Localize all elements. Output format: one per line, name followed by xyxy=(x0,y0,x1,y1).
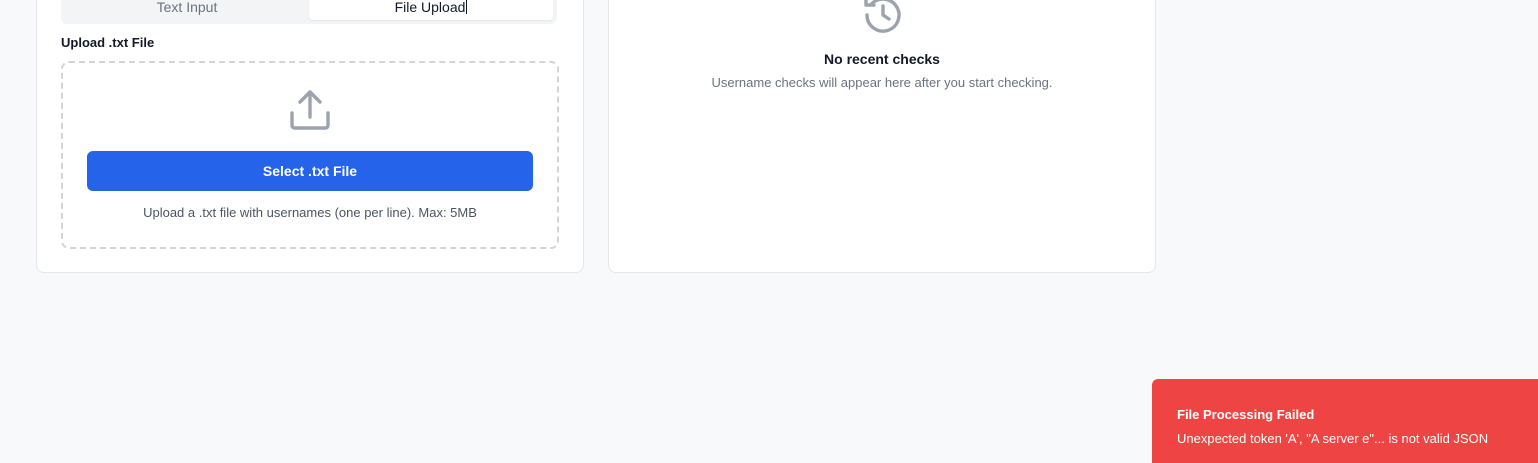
input-card: Text Input File Upload Upload .txt File … xyxy=(36,0,584,273)
text-cursor xyxy=(466,0,468,14)
upload-icon xyxy=(290,90,330,130)
tab-file-upload[interactable]: File Upload xyxy=(309,0,553,20)
empty-state-subtitle: Username checks will appear here after y… xyxy=(711,75,1053,90)
input-mode-tabs: Text Input File Upload xyxy=(61,0,557,24)
tab-file-upload-label: File Upload xyxy=(394,0,466,15)
toast-title: File Processing Failed xyxy=(1177,407,1315,422)
page: Text Input File Upload Upload .txt File … xyxy=(0,0,1538,463)
select-file-button[interactable]: Select .txt File xyxy=(87,151,533,191)
tab-text-input-label: Text Input xyxy=(156,0,218,15)
toast-description: Unexpected token 'A', "A server e"... is… xyxy=(1177,431,1489,446)
recent-checks-card: No recent checks Username checks will ap… xyxy=(608,0,1156,273)
upload-hint: Upload a .txt file with usernames (one p… xyxy=(143,205,477,220)
empty-state-title: No recent checks xyxy=(824,51,940,67)
tab-text-input[interactable]: Text Input xyxy=(65,0,309,20)
file-dropzone[interactable]: Select .txt File Upload a .txt file with… xyxy=(61,61,559,249)
upload-file-label: Upload .txt File xyxy=(61,35,155,50)
history-icon xyxy=(864,0,901,33)
error-toast[interactable]: File Processing Failed Unexpected token … xyxy=(1152,379,1538,463)
